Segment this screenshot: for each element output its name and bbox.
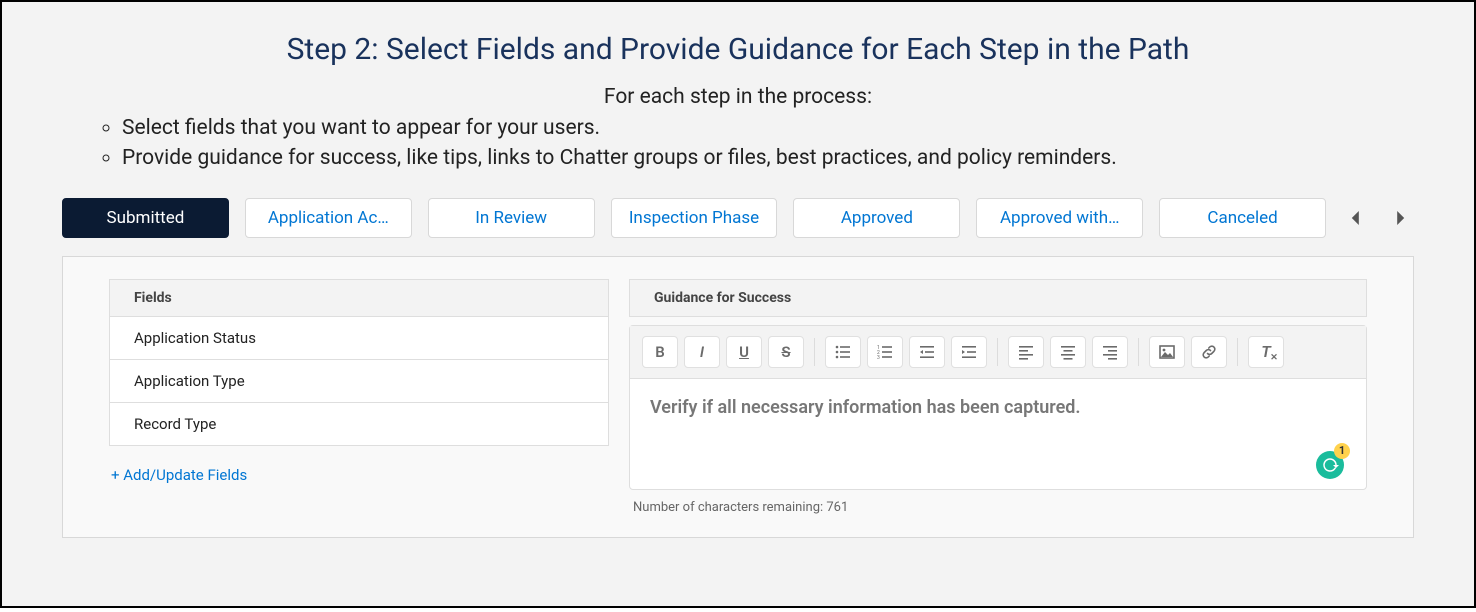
insert-image-button[interactable]: [1149, 336, 1185, 368]
tab-in-review[interactable]: In Review: [428, 198, 595, 238]
add-update-fields-link[interactable]: + Add/Update Fields: [109, 466, 609, 484]
strikethrough-icon: S: [781, 343, 790, 361]
align-center-button[interactable]: [1050, 336, 1086, 368]
indent-button[interactable]: [951, 336, 987, 368]
align-left-button[interactable]: [1008, 336, 1044, 368]
numbered-list-button[interactable]: 123: [867, 336, 903, 368]
clear-formatting-icon: T✕: [1261, 342, 1271, 361]
insert-link-button[interactable]: [1191, 336, 1227, 368]
guidance-column: Guidance for Success B I U S: [629, 279, 1367, 515]
clear-formatting-button[interactable]: T✕: [1248, 336, 1284, 368]
char-count-label: Number of characters remaining: 761: [629, 500, 1367, 515]
toolbar-separator: [1138, 338, 1139, 366]
intro-bullet: Provide guidance for success, like tips,…: [122, 143, 1454, 173]
grammarly-badge: 1: [1334, 443, 1350, 459]
field-item[interactable]: Record Type: [109, 403, 609, 446]
bullet-list-icon: [835, 344, 851, 360]
strikethrough-button[interactable]: S: [768, 336, 804, 368]
tab-application-accepted[interactable]: Application Ac…: [245, 198, 412, 238]
align-left-icon: [1018, 344, 1034, 360]
bold-icon: B: [655, 343, 665, 361]
numbered-list-icon: 123: [877, 344, 893, 360]
align-right-button[interactable]: [1092, 336, 1128, 368]
guidance-text: Verify if all necessary information has …: [650, 397, 1346, 418]
guidance-header: Guidance for Success: [629, 279, 1367, 317]
indent-icon: [961, 344, 977, 360]
page-title: Step 2: Select Fields and Provide Guidan…: [22, 32, 1454, 67]
outdent-icon: [919, 344, 935, 360]
link-icon: [1201, 344, 1217, 360]
underline-icon: U: [739, 343, 749, 361]
image-icon: [1159, 344, 1175, 360]
outdent-button[interactable]: [909, 336, 945, 368]
rich-text-editor: B I U S 123: [629, 325, 1367, 490]
italic-icon: I: [700, 343, 704, 361]
field-item[interactable]: Application Status: [109, 317, 609, 360]
bullet-list-button[interactable]: [825, 336, 861, 368]
italic-button[interactable]: I: [684, 336, 720, 368]
chevron-left-icon: [1349, 211, 1363, 225]
toolbar-separator: [997, 338, 998, 366]
fields-header: Fields: [109, 279, 609, 317]
underline-button[interactable]: U: [726, 336, 762, 368]
field-item[interactable]: Application Type: [109, 360, 609, 403]
align-center-icon: [1060, 344, 1076, 360]
fields-column: Fields Application Status Application Ty…: [109, 279, 609, 515]
toolbar-separator: [814, 338, 815, 366]
intro-text: For each step in the process:: [22, 85, 1454, 109]
tab-submitted[interactable]: Submitted: [62, 198, 229, 238]
intro-bullet: Select fields that you want to appear fo…: [122, 113, 1454, 143]
grammarly-widget[interactable]: 1: [1316, 447, 1348, 479]
tab-approved-with[interactable]: Approved with…: [976, 198, 1143, 238]
intro-bullets: Select fields that you want to appear fo…: [82, 113, 1454, 174]
svg-text:3: 3: [877, 355, 880, 360]
grammarly-icon: [1321, 456, 1339, 474]
step-config-panel: Fields Application Status Application Ty…: [62, 256, 1414, 538]
tab-inspection-phase[interactable]: Inspection Phase: [611, 198, 778, 238]
toolbar-separator: [1237, 338, 1238, 366]
align-right-icon: [1102, 344, 1118, 360]
bold-button[interactable]: B: [642, 336, 678, 368]
chevron-right-icon: [1393, 211, 1407, 225]
page-container: Step 2: Select Fields and Provide Guidan…: [0, 0, 1476, 608]
scroll-right-button[interactable]: [1386, 204, 1414, 232]
path-tabs: Submitted Application Ac… In Review Insp…: [22, 198, 1454, 256]
rte-content-area[interactable]: Verify if all necessary information has …: [630, 379, 1366, 489]
scroll-left-button[interactable]: [1342, 204, 1370, 232]
rte-toolbar: B I U S 123: [630, 326, 1366, 379]
tab-canceled[interactable]: Canceled: [1159, 198, 1326, 238]
tab-approved[interactable]: Approved: [793, 198, 960, 238]
